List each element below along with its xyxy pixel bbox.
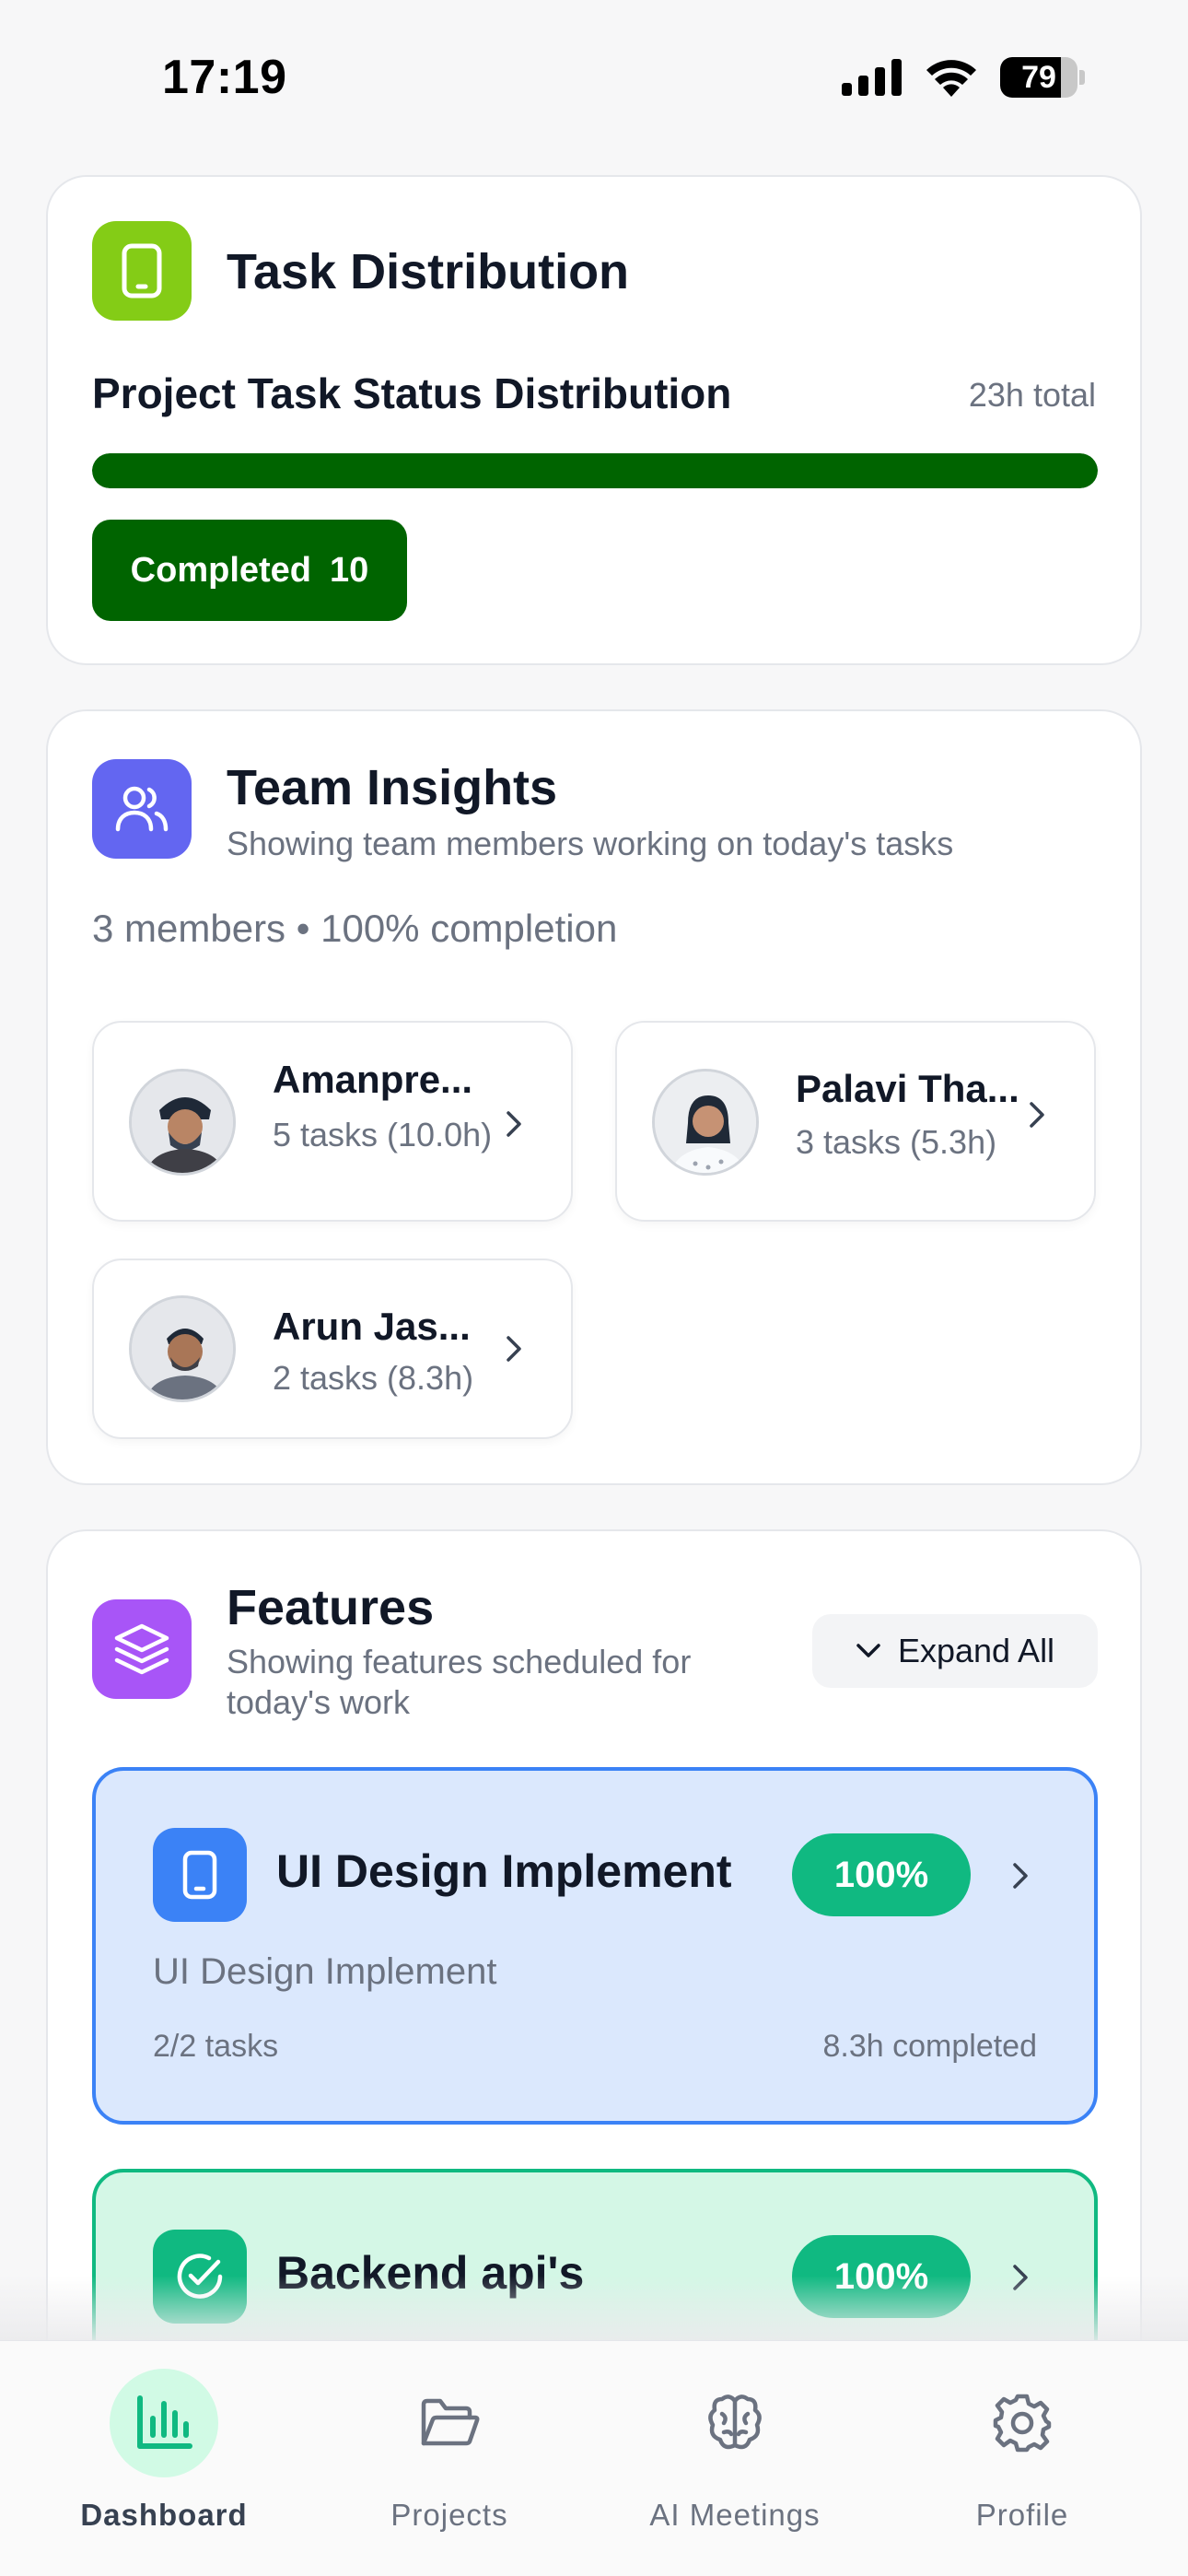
tab-bar-fade: [0, 2276, 1188, 2340]
team-insights-subtitle: Showing team members working on today's …: [227, 825, 954, 862]
member-tasks: 5 tasks (10.0h): [273, 1116, 493, 1153]
features-subtitle: Showing features scheduled for today's w…: [227, 1643, 692, 1721]
completed-label: Completed: [130, 550, 312, 590]
battery-level-text: 79: [1021, 60, 1056, 95]
feature-card-ui-design[interactable]: UI Design Implement 100% UI Design Imple…: [92, 1767, 1098, 2125]
avatar: [652, 1069, 759, 1176]
member-name: Palavi Tha...: [796, 1067, 1019, 1110]
completed-status-badge[interactable]: Completed 10: [92, 520, 407, 621]
feature-task-count: 2/2 tasks: [153, 2029, 279, 2064]
cellular-signal-icon: [842, 59, 902, 96]
member-tasks: 2 tasks (8.3h): [273, 1359, 474, 1397]
member-card-amanpreet[interactable]: Amanpre... 5 tasks (10.0h): [92, 1021, 573, 1222]
tab-profile[interactable]: Profile: [893, 2369, 1151, 2553]
folder-open-icon: [395, 2369, 504, 2477]
tab-label: Dashboard: [80, 2498, 248, 2532]
brain-icon: [681, 2369, 789, 2477]
phone-icon: [153, 1828, 247, 1922]
status-progress-bar: [92, 453, 1098, 488]
member-name: Amanpre...: [273, 1058, 473, 1101]
tab-dashboard[interactable]: Dashboard: [35, 2369, 293, 2553]
task-status-subtitle: Project Task Status Distribution: [92, 369, 732, 417]
team-insights-title: Team Insights: [227, 760, 558, 815]
battery-icon: 79: [1000, 57, 1085, 98]
tab-label: AI Meetings: [649, 2498, 821, 2532]
avatar: [129, 1069, 236, 1176]
gear-icon: [968, 2369, 1077, 2477]
completed-count: 10: [330, 550, 369, 590]
member-card-palavi[interactable]: Palavi Tha... 3 tasks (5.3h): [615, 1021, 1096, 1222]
phone-icon: [92, 221, 192, 321]
status-bar: 17:19 79: [0, 0, 1188, 157]
task-distribution-card: Task Distribution Project Task Status Di…: [46, 175, 1142, 665]
wifi-icon: [926, 60, 976, 97]
chevron-right-icon: [494, 1104, 534, 1144]
expand-all-label: Expand All: [897, 1632, 1055, 1669]
tab-bar: Dashboard Projects AI Meetings Profile: [0, 2340, 1188, 2576]
status-progress-fill: [92, 453, 1098, 488]
feature-description: UI Design Implement: [153, 1951, 497, 1992]
team-insights-card: Team Insights Showing team members worki…: [46, 709, 1142, 1485]
feature-title: UI Design Implement: [276, 1845, 732, 1897]
status-icons: 79: [842, 57, 1085, 98]
tab-ai-meetings[interactable]: AI Meetings: [606, 2369, 864, 2553]
expand-all-button[interactable]: Expand All: [812, 1614, 1098, 1688]
chevron-down-icon: [856, 1644, 880, 1657]
chevron-right-icon: [1017, 1095, 1057, 1135]
feature-hours: 8.3h completed: [822, 2029, 1038, 2064]
tab-projects[interactable]: Projects: [320, 2369, 578, 2553]
layers-icon: [92, 1599, 192, 1699]
features-title: Features: [227, 1580, 435, 1635]
feature-percent-badge: 100%: [792, 1833, 971, 1916]
total-hours: 23h total: [968, 376, 1096, 414]
status-time: 17:19: [162, 51, 287, 104]
chevron-right-icon[interactable]: [1000, 1856, 1041, 1896]
member-card-arun[interactable]: Arun Jas... 2 tasks (8.3h): [92, 1259, 573, 1439]
users-icon: [92, 759, 192, 859]
tab-label: Profile: [975, 2498, 1069, 2532]
team-summary: 3 members • 100% completion: [92, 907, 618, 950]
tab-label: Projects: [390, 2498, 508, 2532]
task-distribution-title: Task Distribution: [227, 244, 630, 299]
member-tasks: 3 tasks (5.3h): [796, 1123, 997, 1161]
avatar: [129, 1295, 236, 1402]
member-name: Arun Jas...: [273, 1305, 471, 1348]
bar-chart-icon: [110, 2369, 218, 2477]
chevron-right-icon: [494, 1329, 534, 1369]
